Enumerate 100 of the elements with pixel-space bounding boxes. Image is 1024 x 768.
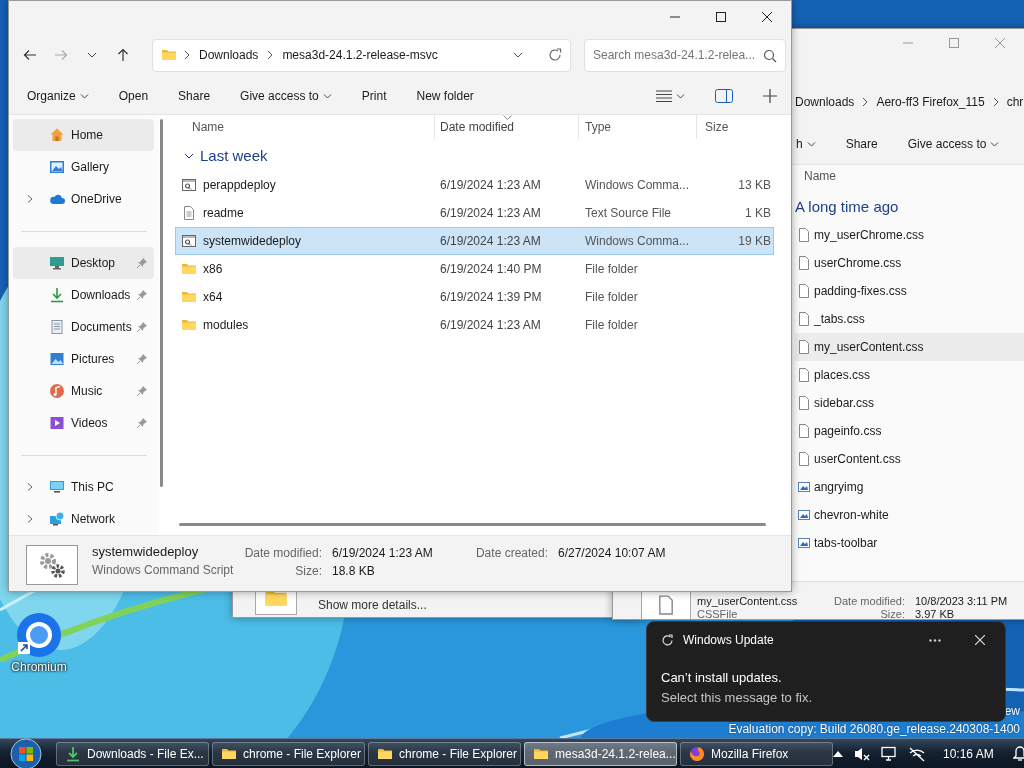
document-icon: [796, 339, 812, 355]
start-button[interactable]: [10, 737, 42, 768]
column-header[interactable]: Name: [175, 115, 434, 139]
details-link[interactable]: Show more details...: [318, 596, 427, 614]
show-hidden-icons-button[interactable]: [833, 749, 843, 758]
nav-item[interactable]: Desktop: [13, 247, 154, 279]
computer-icon: [49, 479, 65, 495]
nav-item[interactable]: Network: [13, 503, 154, 535]
nav-item[interactable]: OneDrive: [13, 183, 154, 215]
file-row[interactable]: modules 6/19/2024 1:23 AM File folder: [175, 311, 774, 339]
breadcrumb[interactable]: mesa3d-24.1.2-release-msvc: [280, 46, 440, 64]
column-header[interactable]: Size: [696, 115, 774, 139]
close-icon: [995, 38, 1005, 48]
toolbar-button[interactable]: New folder: [408, 83, 482, 108]
toolbar-button[interactable]: Organize: [19, 83, 97, 108]
clock[interactable]: 10:16 AM: [943, 744, 994, 763]
pin-icon: [137, 322, 147, 332]
file-row[interactable]: userChrome.css: [795, 249, 1024, 277]
breadcrumb[interactable]: Downloads: [793, 93, 857, 111]
nav-item[interactable]: Downloads: [13, 279, 154, 311]
caret-icon: [322, 91, 332, 100]
toolbar-button[interactable]: Give access to: [232, 83, 340, 108]
notification-toast[interactable]: Windows Update Can’t install updates. Select this message to fix.: [646, 621, 1006, 722]
column-header[interactable]: Name: [804, 167, 836, 185]
nav-item[interactable]: Documents: [13, 311, 154, 343]
bell-icon: [1012, 745, 1024, 762]
image-file-icon: [796, 535, 812, 551]
file-row[interactable]: sidebar.css: [795, 389, 1024, 417]
file-row[interactable]: userContent.css: [795, 445, 1024, 473]
file-row[interactable]: perappdeploy 6/19/2024 1:23 AM Windows Comma... 13 KB: [175, 171, 774, 199]
file-type: Windows Command Script: [92, 562, 235, 579]
file-type: Text Source File: [585, 206, 672, 220]
sort-icon: [503, 115, 512, 120]
nav-item[interactable]: Videos: [13, 407, 154, 439]
sync-button[interactable]: [908, 745, 926, 762]
taskbar-button[interactable]: Downloads - File Ex...: [56, 741, 209, 766]
taskbar-button[interactable]: mesa3d-24.1.2-relea...: [524, 741, 677, 766]
toolbar-button[interactable]: h: [794, 131, 824, 156]
breadcrumb[interactable]: chr: [1004, 93, 1024, 111]
file-row[interactable]: tabs-toolbar: [795, 529, 1024, 557]
file-name: my_userContent.css: [697, 595, 799, 608]
breadcrumb[interactable]: Aero-ff3 Firefox_115: [874, 93, 987, 111]
more-icon: [929, 638, 941, 642]
date-modified: 6/19/2024 1:23 AM: [440, 178, 541, 192]
notification-message: Select this message to fix.: [661, 689, 812, 705]
file-row[interactable]: systemwidedeploy 6/19/2024 1:23 AM Windows Comma... 19 KB: [175, 227, 774, 255]
chevron-down-icon: [513, 50, 523, 60]
gallery-icon: [49, 159, 65, 175]
toolbar-button[interactable]: Open: [110, 83, 157, 108]
file-row[interactable]: padding-fixes.css: [795, 277, 1024, 305]
toolbar-button[interactable]: Share: [837, 131, 886, 156]
document-icon: [796, 255, 812, 271]
file-row[interactable]: x86 6/19/2024 1:40 PM File folder: [175, 255, 774, 283]
volume-button[interactable]: [854, 745, 870, 762]
file-name: x64: [203, 289, 223, 306]
file-name: _tabs.css: [813, 311, 865, 328]
file-row[interactable]: x64 6/19/2024 1:39 PM File folder: [175, 283, 774, 311]
field-label: Size:: [880, 608, 905, 619]
taskbar-button[interactable]: chrome - File Explorer: [212, 741, 365, 766]
column-header[interactable]: Type: [578, 115, 696, 139]
nav-item[interactable]: Home: [13, 119, 154, 151]
search-field[interactable]: Search mesa3d-24.1.2-relea...: [584, 38, 786, 72]
group-header[interactable]: Last week: [175, 141, 268, 171]
toolbar-button[interactable]: Give access to: [899, 131, 1008, 156]
date-modified: 6/19/2024 1:23 AM: [440, 234, 541, 248]
file-row[interactable]: angryimg: [795, 473, 1024, 501]
toolbar-button[interactable]: Print: [353, 83, 395, 108]
nav-item[interactable]: Pictures: [13, 343, 154, 375]
network-button[interactable]: [881, 745, 897, 762]
taskbar-button[interactable]: Mozilla Firefox: [680, 741, 833, 766]
home-icon: [49, 127, 65, 143]
file-type: File folder: [585, 290, 638, 304]
nav-item[interactable]: This PC: [13, 471, 154, 503]
date-modified: 6/19/2024 1:23 AM: [440, 318, 541, 332]
file-row[interactable]: my_userContent.css: [795, 333, 1024, 361]
notifications-button[interactable]: [1012, 745, 1024, 762]
address-bar[interactable]: Downloads mesa3d-24.1.2-release-msvc: [152, 38, 571, 72]
toolbar-button[interactable]: Share: [170, 83, 219, 108]
breadcrumb[interactable]: Downloads: [197, 46, 261, 64]
file-row[interactable]: my_userChrome.css: [795, 221, 1024, 249]
field-value: 6/27/2024 10:07 AM: [558, 546, 666, 560]
nav-item[interactable]: Gallery: [13, 151, 154, 183]
taskbar-button[interactable]: chrome - File Explorer: [368, 741, 521, 766]
file-row[interactable]: pageinfo.css: [795, 417, 1024, 445]
field-value: 18.8 KB: [332, 564, 375, 578]
file-row[interactable]: chevron-white: [795, 501, 1024, 529]
file-row[interactable]: readme 6/19/2024 1:23 AM Text Source File 1 KB: [175, 199, 774, 227]
notification-title: Can’t install updates.: [661, 669, 782, 687]
scrollbar[interactable]: [179, 523, 766, 526]
scrollbar[interactable]: [160, 119, 163, 487]
image-file-icon: [796, 507, 812, 523]
column-header[interactable]: Date modified: [434, 115, 578, 139]
file-row[interactable]: _tabs.css: [795, 305, 1024, 333]
chevron-right-icon: [862, 97, 869, 107]
file-type: File folder: [585, 262, 638, 276]
nav-item[interactable]: Music: [13, 375, 154, 407]
download-icon: [65, 745, 81, 762]
field-label: Size:: [295, 564, 322, 578]
file-row[interactable]: places.css: [795, 361, 1024, 389]
group-header[interactable]: A long time ago: [795, 195, 899, 219]
